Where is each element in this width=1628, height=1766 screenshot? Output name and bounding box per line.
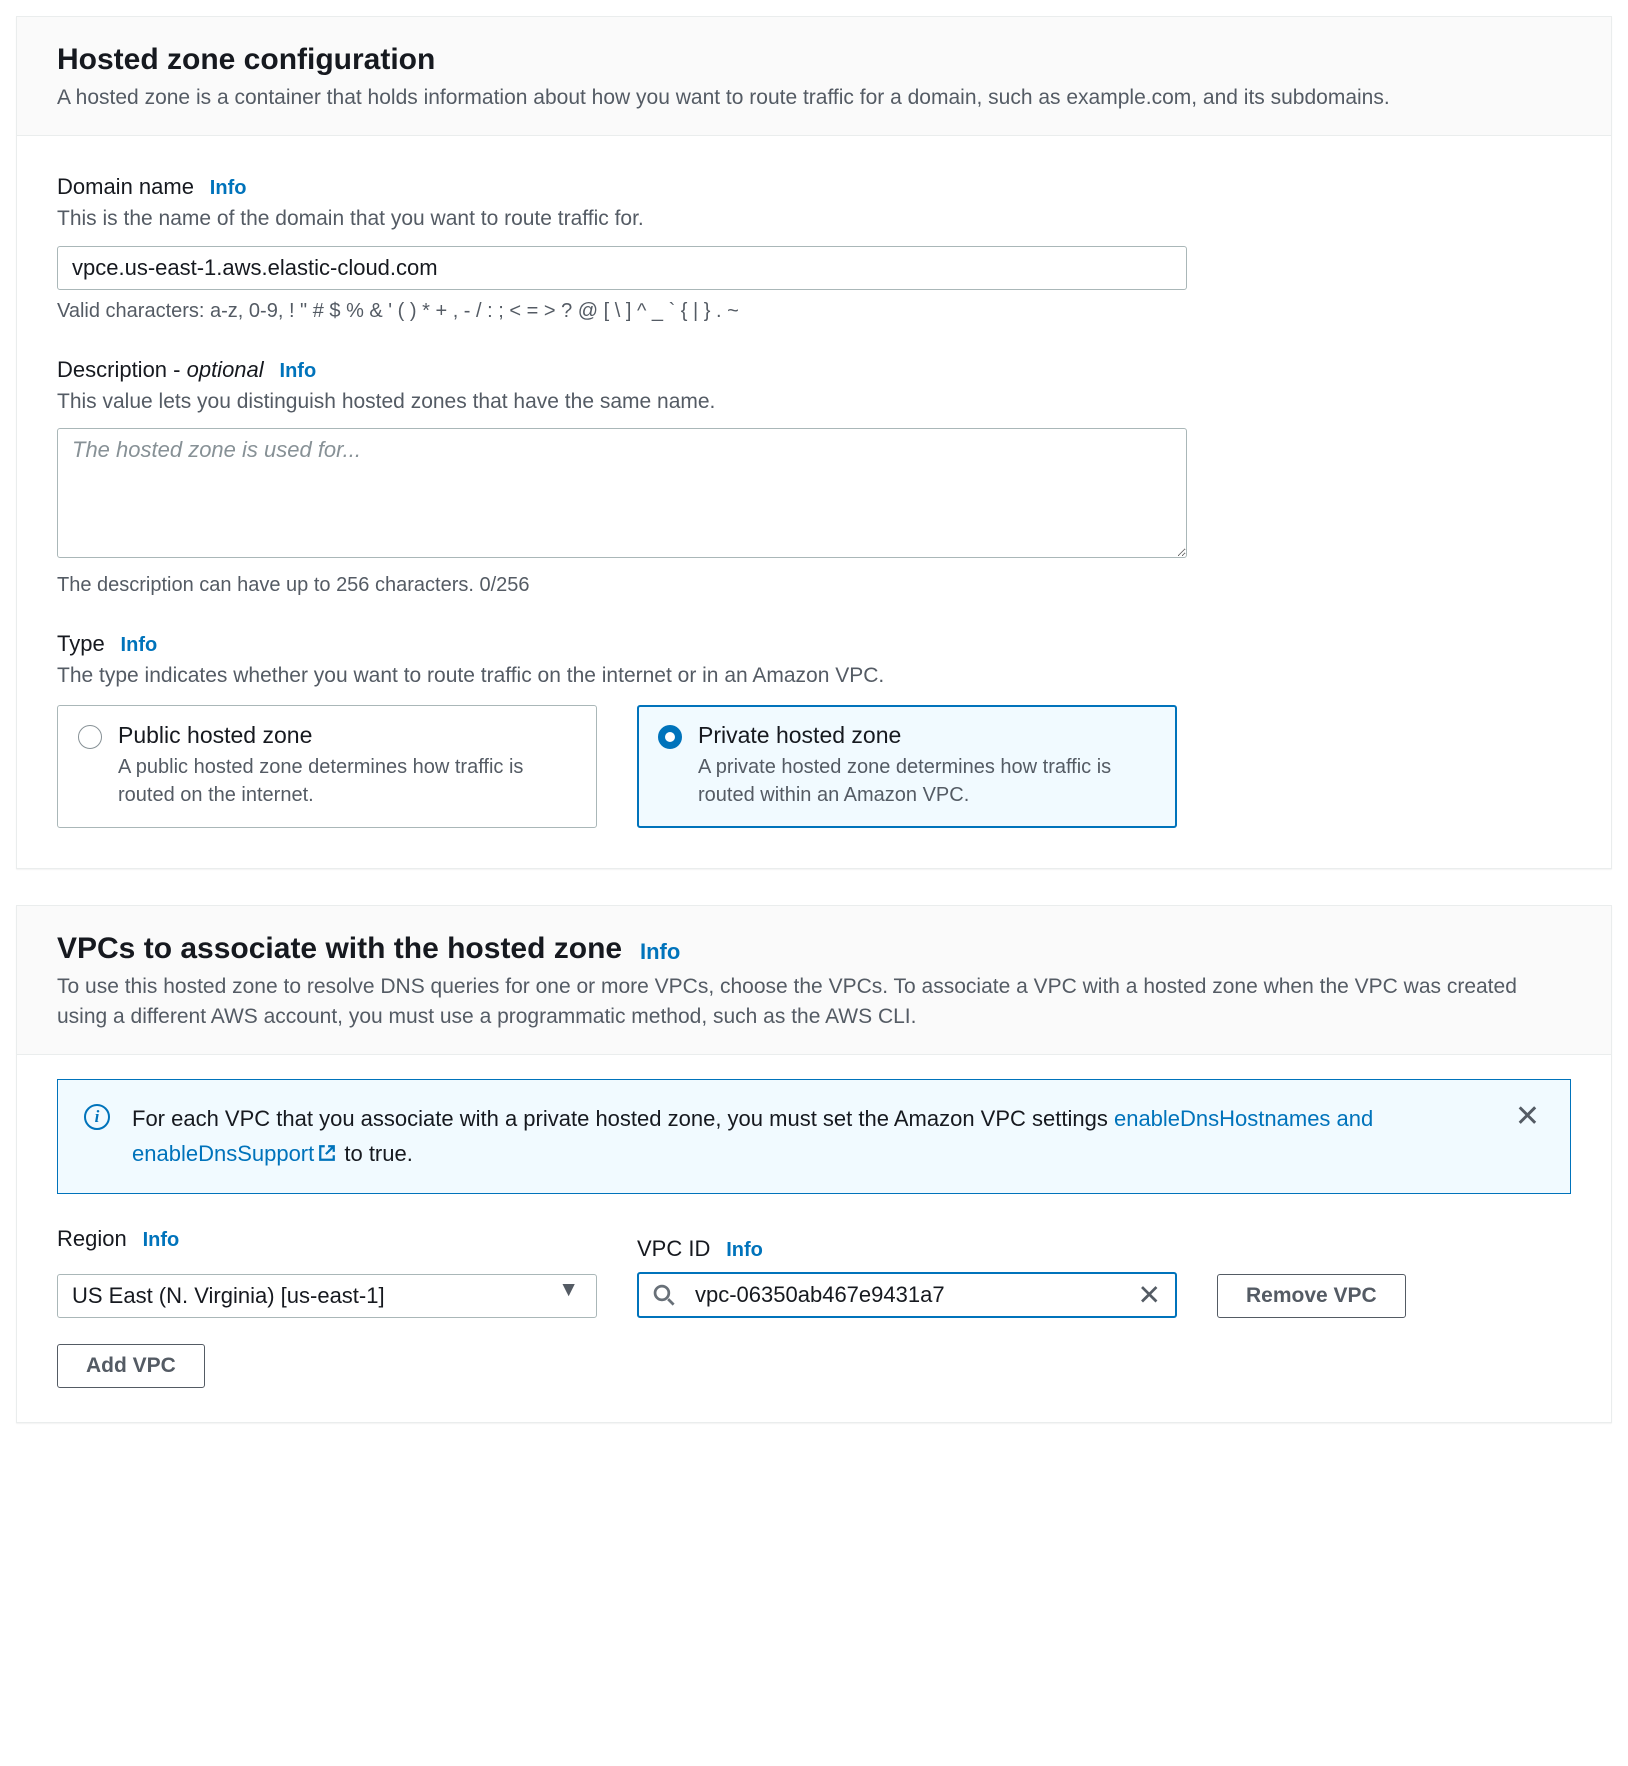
radio-unchecked-icon xyxy=(78,725,102,749)
panel-header: Hosted zone configuration A hosted zone … xyxy=(17,17,1611,136)
description-input[interactable] xyxy=(57,428,1187,558)
tile-description: A public hosted zone determines how traf… xyxy=(118,753,576,809)
tile-title: Private hosted zone xyxy=(698,722,1156,749)
vpc-id-input[interactable] xyxy=(637,1272,1177,1318)
domain-name-constraint: Valid characters: a-z, 0-9, ! " # $ % & … xyxy=(57,300,1571,323)
alert-text: For each VPC that you associate with a p… xyxy=(132,1102,1489,1170)
search-icon xyxy=(653,1284,675,1306)
tile-description: A private hosted zone determines how tra… xyxy=(698,753,1156,809)
vpc-id-label: VPC ID xyxy=(637,1236,710,1262)
region-label: Region xyxy=(57,1226,127,1252)
type-hint: The type indicates whether you want to r… xyxy=(57,661,1571,690)
description-label: Description - optional xyxy=(57,357,264,383)
public-hosted-zone-tile[interactable]: Public hosted zone A public hosted zone … xyxy=(57,705,597,828)
info-link[interactable]: Info xyxy=(210,177,247,199)
type-field: Type Info The type indicates whether you… xyxy=(57,631,1571,827)
description-hint: This value lets you distinguish hosted z… xyxy=(57,387,1571,416)
hosted-zone-config-panel: Hosted zone configuration A hosted zone … xyxy=(16,16,1612,869)
info-icon: i xyxy=(84,1104,110,1130)
tile-title: Public hosted zone xyxy=(118,722,576,749)
external-link-icon xyxy=(318,1144,336,1162)
vpc-id-field: VPC ID Info ✕ xyxy=(637,1236,1177,1318)
radio-checked-icon xyxy=(658,725,682,749)
info-link[interactable]: Info xyxy=(640,939,680,964)
type-label: Type xyxy=(57,631,105,657)
region-select[interactable] xyxy=(57,1274,597,1318)
info-link[interactable]: Info xyxy=(121,634,158,656)
clear-icon[interactable]: ✕ xyxy=(1138,1278,1161,1311)
panel-header: VPCs to associate with the hosted zone I… xyxy=(17,906,1611,1056)
domain-name-field: Domain name Info This is the name of the… xyxy=(57,174,1571,322)
info-link[interactable]: Info xyxy=(726,1239,763,1261)
private-hosted-zone-tile[interactable]: Private hosted zone A private hosted zon… xyxy=(637,705,1177,828)
section-description: To use this hosted zone to resolve DNS q… xyxy=(57,972,1571,1033)
info-link[interactable]: Info xyxy=(280,360,317,382)
domain-name-hint: This is the name of the domain that you … xyxy=(57,204,1571,233)
section-title: Hosted zone configuration xyxy=(57,43,435,76)
remove-vpc-button[interactable]: Remove VPC xyxy=(1217,1274,1406,1318)
domain-name-label: Domain name xyxy=(57,174,194,200)
vpcs-panel: VPCs to associate with the hosted zone I… xyxy=(16,905,1612,1423)
section-description: A hosted zone is a container that holds … xyxy=(57,83,1571,113)
close-icon[interactable]: ✕ xyxy=(1511,1102,1544,1132)
section-title: VPCs to associate with the hosted zone xyxy=(57,932,622,965)
description-field: Description - optional Info This value l… xyxy=(57,357,1571,597)
info-alert: i For each VPC that you associate with a… xyxy=(57,1079,1571,1193)
add-vpc-button[interactable]: Add VPC xyxy=(57,1344,205,1388)
region-field: Region Info ▼ xyxy=(57,1226,597,1318)
domain-name-input[interactable] xyxy=(57,246,1187,290)
info-link[interactable]: Info xyxy=(143,1229,180,1251)
description-counter: The description can have up to 256 chara… xyxy=(57,574,1571,597)
